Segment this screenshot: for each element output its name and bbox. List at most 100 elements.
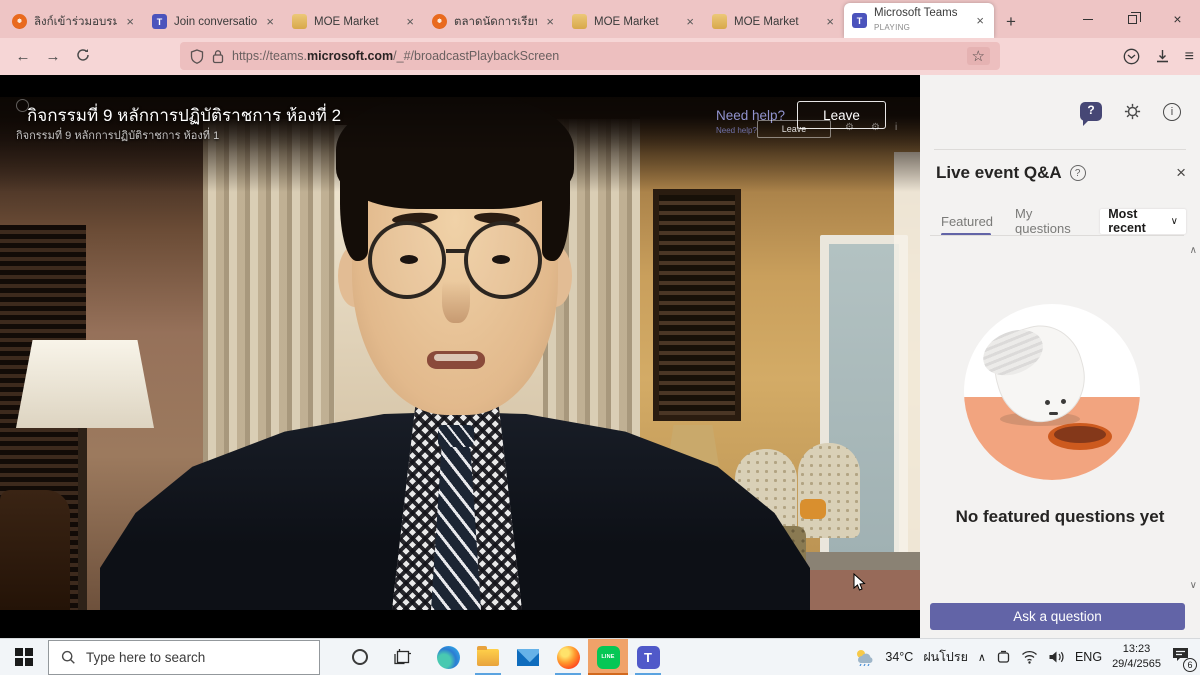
leave-button-small[interactable]: Leave [757,120,831,138]
mail-app-button[interactable] [508,639,548,675]
edge-app-button[interactable] [428,639,468,675]
tab-my-questions[interactable]: My questions [1015,206,1078,236]
new-tab-button[interactable]: + [994,12,1028,38]
teams-app-button[interactable]: T [628,639,668,675]
sort-label: Most recent [1108,207,1163,235]
download-icon[interactable] [1154,48,1171,65]
menu-icon[interactable]: ≡ [1185,48,1194,66]
scene-wood-chair [0,490,70,610]
close-icon[interactable]: × [684,14,696,29]
close-icon[interactable]: × [264,14,276,29]
bookmark-star-icon[interactable]: ☆ [967,47,990,65]
tab-moe-market-3[interactable]: MOE Market × [704,5,844,38]
close-icon[interactable]: × [404,14,416,29]
need-help-link-small[interactable]: Need help? [716,126,757,135]
file-explorer-app-button[interactable] [468,639,508,675]
scroll-up-arrow[interactable]: ∧ [1190,245,1197,256]
file-explorer-icon [477,649,499,666]
your-phone-icon[interactable] [996,650,1011,665]
minimize-button[interactable] [1065,0,1110,38]
qa-bubble-icon[interactable]: ? [1080,102,1102,121]
tab-training-link[interactable]: ลิงก์เข้าร่วมอบรมออนไ × [4,5,144,38]
language-indicator[interactable]: ENG [1075,650,1102,664]
tab-title: Microsoft Teams [874,7,958,19]
empty-state-text: No featured questions yet [920,507,1200,527]
close-icon[interactable]: × [974,13,986,28]
settings-gear-icon[interactable] [1123,102,1142,121]
tab-learning-market[interactable]: ตลาดนัดการเรียนรู้ออ × [424,5,564,38]
back-button[interactable]: ← [8,48,38,65]
panel-divider [934,149,1186,150]
info-glyph: i [1171,106,1173,118]
clock-time: 13:23 [1112,642,1161,657]
taskbar-search-input[interactable]: Type here to search [48,640,320,675]
weather-description[interactable]: ฝนโปรย [923,647,968,667]
help-icon[interactable]: ? [1070,165,1086,181]
browser-tab-bar: ลิงก์เข้าร่วมอบรมออนไ × T Join conversat… [0,0,1200,38]
tab-join-conversation[interactable]: T Join conversation × [144,5,284,38]
close-window-button[interactable]: × [1155,0,1200,38]
search-placeholder: Type here to search [86,650,205,665]
scene-lamp-shade [16,340,154,428]
illustration-jar-cap [976,322,1049,384]
volume-icon[interactable] [1048,650,1065,664]
close-icon[interactable]: × [544,14,556,29]
illustration-jar-lid-ground [1048,423,1112,450]
edge-icon [437,646,460,669]
url-bar[interactable]: https://teams.microsoft.com/_#/broadcast… [180,42,1000,70]
task-view-icon[interactable] [394,648,412,666]
line-app-button[interactable]: LINE [588,639,628,675]
market-favicon [712,14,727,29]
pocket-icon[interactable] [1123,48,1140,65]
weather-icon[interactable] [853,648,875,666]
close-panel-icon[interactable]: × [1176,163,1186,183]
lock-icon[interactable] [212,49,224,64]
close-icon: × [1173,11,1181,27]
wifi-icon[interactable] [1021,650,1038,664]
settings-gear-icon[interactable]: ⚙ [845,122,854,133]
mail-icon [517,649,539,666]
scroll-down-arrow[interactable]: ∨ [1190,580,1197,591]
cortana-icon[interactable] [352,649,368,665]
restore-button[interactable] [1110,0,1155,38]
tab-moe-market-2[interactable]: MOE Market × [564,5,704,38]
video-scene [0,97,920,610]
tab-moe-market-1[interactable]: MOE Market × [284,5,424,38]
reload-button[interactable] [68,48,98,66]
illustration-mouth [1049,412,1058,415]
illustration-eye [1061,399,1066,404]
hidden-icons-caret[interactable]: ∧ [978,651,986,664]
tab-featured[interactable]: Featured [941,214,993,229]
action-center-button[interactable]: 6 [1171,646,1194,668]
mouse-cursor [853,573,866,592]
scene-shutter [653,189,741,421]
minimize-icon [1083,19,1093,20]
forward-button[interactable]: → [38,48,68,65]
info-icon[interactable]: i [895,122,897,133]
windows-taskbar: Type here to search LINE T 34°C ฝนโปรย ∧ [0,638,1200,675]
close-icon[interactable]: × [824,14,836,29]
ask-a-question-button[interactable]: Ask a question [930,603,1185,630]
tab-playing-status: PLAYING [874,23,910,32]
taskbar-clock[interactable]: 13:23 29/4/2565 [1112,642,1161,672]
firefox-app-button[interactable] [548,639,588,675]
taskbar-pinned-apps: LINE T [428,639,668,675]
sort-dropdown[interactable]: Most recent ∨ [1100,209,1186,234]
live-event-video-player[interactable]: กิจกรรมที่ 9 หลักการปฏิบัติราชการ ห้องที… [0,75,920,638]
weather-temperature[interactable]: 34°C [885,650,913,664]
page-content: กิจกรรมที่ 9 หลักการปฏิบัติราชการ ห้องที… [0,75,1200,638]
line-icon: LINE [597,646,620,669]
speaker-eye [400,255,418,264]
empty-state-illustration [964,304,1140,480]
close-icon[interactable]: × [124,14,136,29]
shield-icon[interactable] [190,49,204,64]
site-favicon [432,14,447,29]
teams-favicon: T [852,13,867,28]
info-icon[interactable]: i [1163,103,1181,121]
system-tray: 34°C ฝนโปรย ∧ ENG 13:23 29/4/2565 6 [853,639,1194,675]
panel-header-icons: ? i [1080,102,1181,121]
illustration-eye [1045,400,1050,405]
settings-gear-icon[interactable]: ⚙ [871,122,880,133]
tab-microsoft-teams-active[interactable]: T Microsoft Teams PLAYING × [844,3,994,38]
start-button[interactable] [0,639,48,675]
